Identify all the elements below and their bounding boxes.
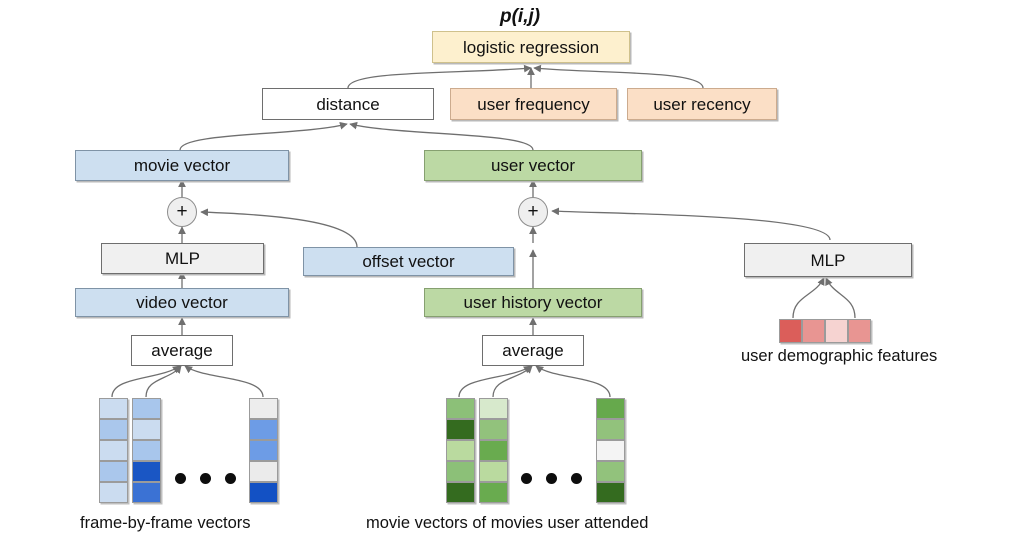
node-mlp-right[interactable]: MLP [744,243,912,277]
vector-cell [596,461,625,482]
node-user-vector[interactable]: user vector [424,150,642,181]
vector-cell [99,419,128,440]
vector-cell [446,482,475,503]
vector-cell [479,482,508,503]
node-movie-vector[interactable]: movie vector [75,150,289,181]
demographic-feature-cell [802,319,825,343]
vector-cell [596,419,625,440]
dot [200,473,211,484]
dot [175,473,186,484]
vector-cell [99,398,128,419]
node-user-history-vector[interactable]: user history vector [424,288,642,317]
demographic-feature-cell [779,319,802,343]
vector-cell [596,398,625,419]
output-probability-label: p(i,j) [500,6,541,27]
vector-cell [132,419,161,440]
vector-cell [249,419,278,440]
vector-cell [446,419,475,440]
vector-cell [446,398,475,419]
vector-cell [596,482,625,503]
node-user-recency[interactable]: user recency [627,88,777,120]
vector-cell [132,461,161,482]
node-average-right[interactable]: average [482,335,584,366]
vector-cell [249,482,278,503]
dot [225,473,236,484]
vector-cell [479,398,508,419]
vector-cell [479,461,508,482]
vector-column [446,398,475,503]
demographic-feature-cell [848,319,871,343]
dot [571,473,582,484]
vector-cell [479,440,508,461]
diagram-canvas: p(i,j) logistic regression distance user… [0,0,1015,559]
vector-cell [479,419,508,440]
vector-cell [99,461,128,482]
vector-cell [99,440,128,461]
plus-operator-user[interactable]: + [518,197,548,227]
vector-column [479,398,508,503]
vector-cell [99,482,128,503]
vector-column [99,398,128,503]
node-offset-vector[interactable]: offset vector [303,247,514,276]
dot [546,473,557,484]
node-average-left[interactable]: average [131,335,233,366]
vector-cell [132,398,161,419]
vector-cell [596,440,625,461]
ellipsis-history [521,473,582,484]
vector-cell [249,398,278,419]
demographic-feature-bar [779,319,871,343]
caption-frame-vectors: frame-by-frame vectors [80,514,251,532]
vector-column [249,398,278,503]
caption-movie-vectors: movie vectors of movies user attended [366,514,649,532]
demographic-feature-cell [825,319,848,343]
node-logistic-regression[interactable]: logistic regression [432,31,630,63]
vector-cell [446,461,475,482]
plus-glyph: + [176,201,188,222]
node-mlp-left[interactable]: MLP [101,243,264,274]
node-video-vector[interactable]: video vector [75,288,289,317]
vector-cell [249,440,278,461]
vector-cell [132,482,161,503]
ellipsis-frames [175,473,236,484]
vector-column [132,398,161,503]
plus-operator-movie[interactable]: + [167,197,197,227]
node-distance[interactable]: distance [262,88,434,120]
node-user-frequency[interactable]: user frequency [450,88,617,120]
vector-cell [446,440,475,461]
dot [521,473,532,484]
vector-cell [132,440,161,461]
plus-glyph: + [527,201,539,222]
caption-demographic-features: user demographic features [741,347,938,365]
vector-cell [249,461,278,482]
vector-column [596,398,625,503]
